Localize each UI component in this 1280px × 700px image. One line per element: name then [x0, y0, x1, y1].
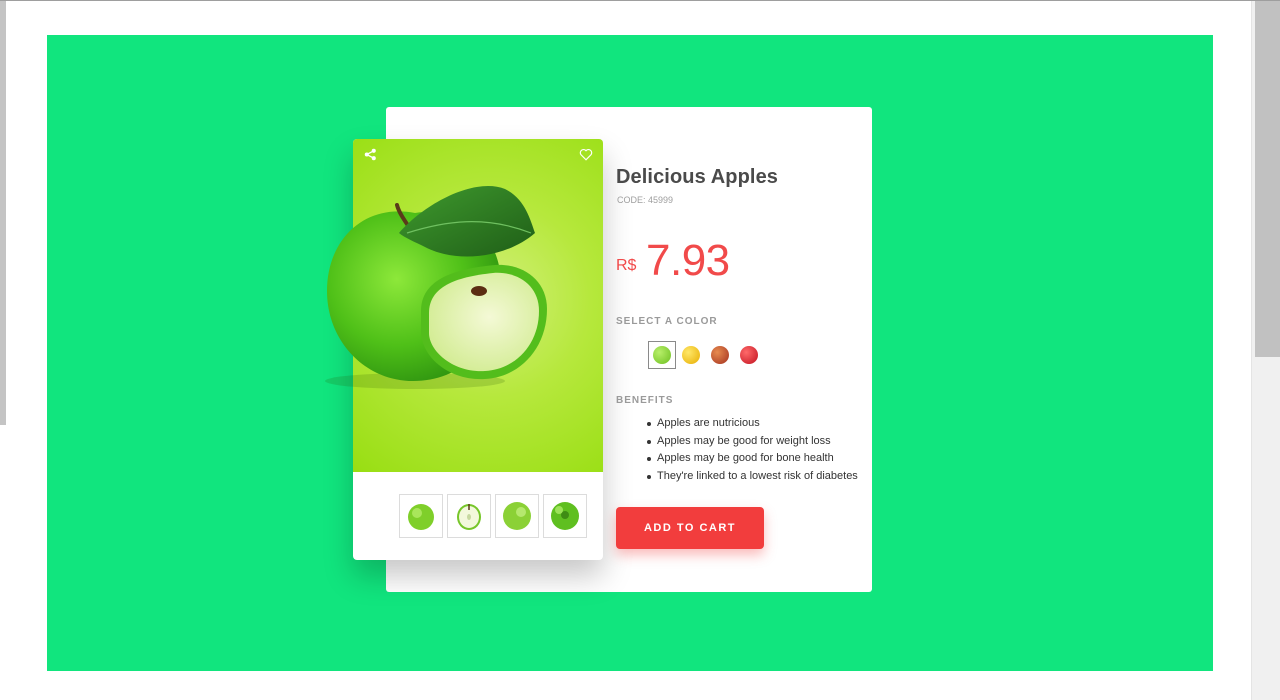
benefit-item: They're linked to a lowest risk of diabe…	[645, 468, 858, 486]
price-currency: R$	[616, 257, 637, 274]
thumbnail-green-apple[interactable]	[495, 494, 539, 538]
color-swatch-yellow[interactable]	[677, 341, 705, 369]
color-section-label: SELECT A COLOR	[616, 316, 718, 327]
color-swatches	[648, 341, 763, 369]
color-swatch-red-brown[interactable]	[706, 341, 734, 369]
benefit-item: Apples may be good for weight loss	[645, 433, 858, 451]
thumbnail-whole-apple[interactable]	[399, 494, 443, 538]
product-title: Delicious Apples	[616, 166, 779, 188]
green-apple-illustration	[325, 186, 547, 389]
page-scrollbar[interactable]	[1251, 1, 1280, 700]
heart-icon[interactable]	[578, 148, 594, 164]
color-swatch-red[interactable]	[735, 341, 763, 369]
scrollbar-thumb[interactable]	[1255, 1, 1280, 357]
add-to-cart-button[interactable]: ADD TO CART	[616, 507, 764, 549]
benefits-section-label: BENEFITS	[616, 395, 674, 406]
window-top-border	[0, 0, 1280, 1]
share-icon[interactable]	[362, 148, 378, 164]
color-swatch-green[interactable]	[648, 341, 676, 369]
benefit-item: Apples are nutricious	[645, 415, 858, 433]
product-image-card	[325, 139, 603, 560]
thumbnail-apple-half[interactable]	[447, 494, 491, 538]
benefit-item: Apples may be good for bone health	[645, 450, 858, 468]
thumbnail-apple-top[interactable]	[543, 494, 587, 538]
product-hero-image	[325, 139, 603, 472]
left-edge-bar	[0, 1, 6, 425]
product-code: CODE: 45999	[617, 195, 674, 205]
benefits-list: Apples are nutricious Apples may be good…	[645, 415, 858, 485]
product-price: 7.93	[646, 236, 730, 285]
thumbnail-strip	[399, 494, 587, 538]
